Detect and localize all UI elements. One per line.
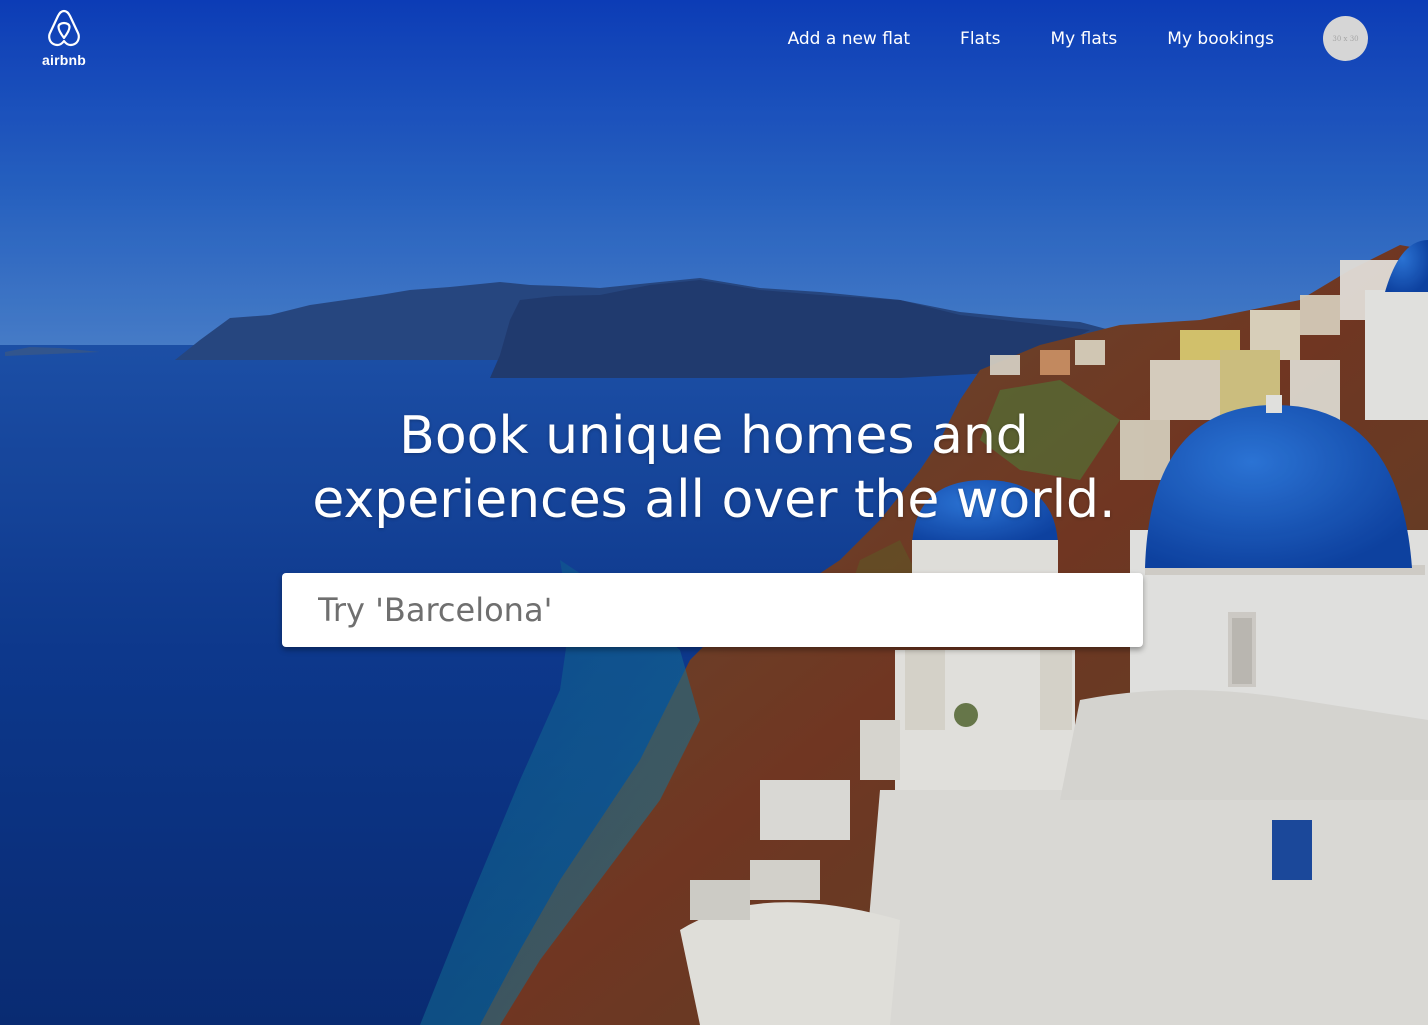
search-box — [282, 573, 1143, 647]
nav-flats[interactable]: Flats — [960, 27, 1000, 51]
hero-headline: Book unique homes and experiences all ov… — [200, 404, 1228, 532]
hero-headline-line-2: experiences all over the world. — [312, 470, 1116, 530]
nav-my-flats[interactable]: My flats — [1051, 27, 1118, 51]
avatar-placeholder-text: 30 x 30 — [1332, 34, 1359, 43]
airbnb-belo-icon — [48, 9, 80, 47]
nav-add-new-flat[interactable]: Add a new flat — [788, 27, 910, 51]
hero-headline-line-1: Book unique homes and — [399, 406, 1029, 466]
brand-name: airbnb — [42, 52, 86, 68]
top-navbar: airbnb Add a new flat Flats My flats My … — [0, 0, 1428, 80]
user-avatar[interactable]: 30 x 30 — [1323, 16, 1368, 61]
search-input[interactable] — [282, 573, 1143, 647]
landing-page: airbnb Add a new flat Flats My flats My … — [0, 0, 1428, 1025]
nav-links: Add a new flat Flats My flats My booking… — [788, 27, 1274, 51]
logo-link[interactable]: airbnb — [37, 8, 91, 70]
nav-my-bookings[interactable]: My bookings — [1167, 27, 1274, 51]
